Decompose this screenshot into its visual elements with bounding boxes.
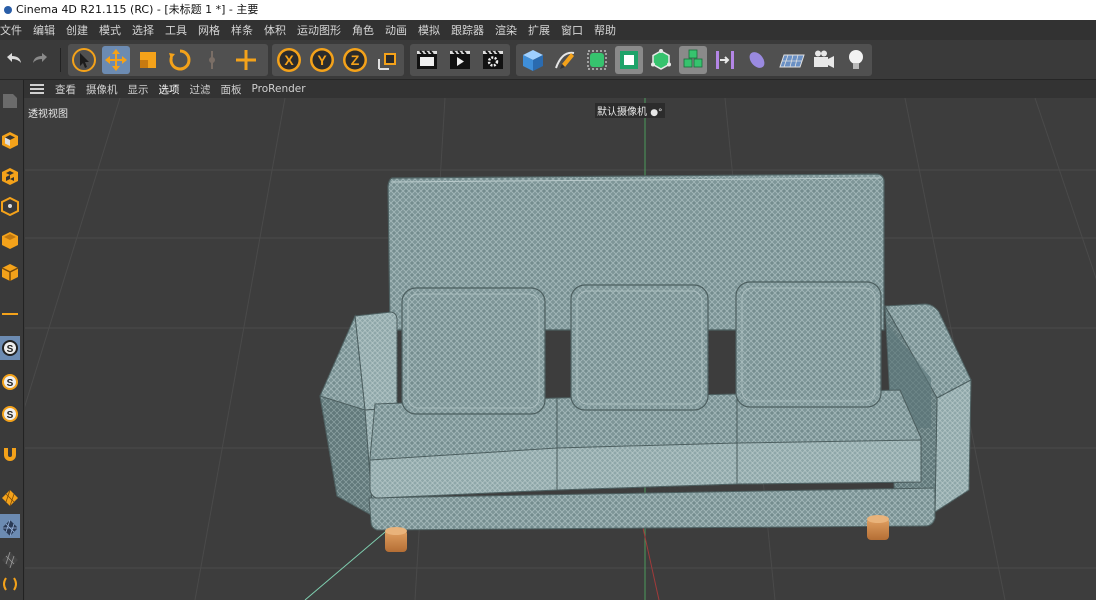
z-axis-label: Z [351, 52, 360, 68]
move-icon[interactable] [102, 46, 130, 74]
main-toolbar: X Y Z [0, 40, 1096, 80]
field-icon[interactable] [743, 46, 771, 74]
left-toolbar: S S S [0, 80, 24, 600]
toolbar-separator [60, 48, 61, 72]
menu-animate[interactable]: 动画 [379, 22, 412, 38]
camera-icon[interactable] [810, 46, 838, 74]
array-icon[interactable] [679, 46, 707, 74]
snap-icon[interactable]: S [0, 370, 20, 394]
viewport-menu-options[interactable]: 选项 [154, 82, 185, 97]
menu-tracker[interactable]: 跟踪器 [445, 22, 489, 38]
menu-simulate[interactable]: 模拟 [412, 22, 445, 38]
menu-create[interactable]: 创建 [60, 22, 93, 38]
viewport-scene [25, 98, 1096, 600]
x-axis-label: X [284, 52, 294, 68]
transform-icon[interactable] [232, 46, 260, 74]
menu-character[interactable]: 角色 [346, 22, 379, 38]
axis-mode-icon[interactable]: S [0, 336, 20, 360]
render-settings-icon[interactable] [479, 46, 507, 74]
viewport-camera-name[interactable]: 默认摄像机 ●° [595, 103, 665, 118]
svg-text:S: S [7, 378, 14, 389]
recent-tool-icon[interactable] [198, 46, 226, 74]
y-axis-label: Y [317, 52, 327, 68]
viewport-menu-bar: 查看 摄像机 显示 选项 过滤 面板 ProRender [24, 80, 1096, 98]
light-icon[interactable] [842, 46, 870, 74]
select-cursor-icon[interactable] [70, 46, 98, 74]
deformer-icon[interactable] [711, 46, 739, 74]
knife-icon[interactable] [0, 514, 20, 538]
camera-name-label: 默认摄像机 [597, 107, 647, 118]
points-mode-icon[interactable] [0, 228, 20, 252]
subdivision-icon[interactable] [583, 46, 611, 74]
svg-text:S: S [7, 344, 14, 355]
menu-mograph[interactable]: 运动图形 [291, 22, 346, 38]
redo-icon[interactable] [26, 46, 54, 74]
title-bar: Cinema 4D R21.115 (RC) - [未标题 1 *] - 主要 [0, 0, 1096, 20]
polygons-mode-icon[interactable] [0, 302, 20, 326]
menu-help[interactable]: 帮助 [588, 22, 621, 38]
model-mode-icon[interactable] [0, 128, 20, 152]
viewport-view-name: 透视视图 [28, 109, 68, 120]
sofa-leg-right [867, 515, 889, 540]
perspective-viewport[interactable]: 透视视图 默认摄像机 ●° [25, 98, 1096, 600]
render-picture-viewer-icon[interactable] [446, 46, 474, 74]
menu-bar: 文件 编辑 创建 模式 选择 工具 网格 样条 体积 运动图形 角色 动画 模拟… [0, 20, 1096, 40]
viewport-menu-display[interactable]: 显示 [123, 82, 154, 97]
menu-edit[interactable]: 编辑 [27, 22, 60, 38]
menu-tools[interactable]: 工具 [159, 22, 192, 38]
cinema4d-window: Cinema 4D R21.115 (RC) - [未标题 1 *] - 主要 … [0, 0, 1096, 600]
x-axis-icon[interactable]: X [275, 46, 303, 74]
menu-mesh[interactable]: 网格 [192, 22, 225, 38]
sofa-leg-left [385, 527, 407, 552]
menu-volume[interactable]: 体积 [258, 22, 291, 38]
workplane-icon[interactable] [0, 194, 20, 218]
coordinate-system-icon[interactable] [374, 46, 402, 74]
menu-select[interactable]: 选择 [126, 22, 159, 38]
menu-extensions[interactable]: 扩展 [522, 22, 555, 38]
rotate-icon[interactable] [166, 46, 194, 74]
quantize-icon[interactable]: S [0, 402, 20, 426]
make-editable-icon[interactable] [0, 88, 20, 112]
texture-mode-icon[interactable] [0, 164, 20, 188]
window-title: Cinema 4D R21.115 (RC) - [未标题 1 *] - 主要 [16, 3, 259, 16]
scale-icon[interactable] [134, 46, 162, 74]
menu-mode[interactable]: 模式 [93, 22, 126, 38]
svg-text:S: S [7, 410, 14, 421]
magnet-icon[interactable] [0, 442, 20, 466]
menu-spline[interactable]: 样条 [225, 22, 258, 38]
viewport-hamburger-icon[interactable] [30, 84, 44, 94]
y-axis-icon[interactable]: Y [308, 46, 336, 74]
sofa-model[interactable] [319, 173, 972, 552]
z-axis-icon[interactable]: Z [341, 46, 369, 74]
locked-workplane-icon[interactable] [0, 572, 20, 596]
edges-mode-icon[interactable] [0, 260, 20, 284]
viewport-menu-panel[interactable]: 面板 [216, 82, 247, 97]
viewport-menu-cameras[interactable]: 摄像机 [81, 82, 123, 97]
cloner-icon[interactable] [647, 46, 675, 74]
viewport-menu-filter[interactable]: 过滤 [185, 82, 216, 97]
polygon-pen-icon[interactable] [0, 484, 20, 508]
menu-render[interactable]: 渲染 [489, 22, 522, 38]
camera-dots-icon: ●° [650, 108, 663, 118]
pen-spline-icon[interactable] [551, 46, 579, 74]
render-view-icon[interactable] [413, 46, 441, 74]
viewport-menu-view[interactable]: 查看 [50, 82, 81, 97]
undo-icon[interactable] [0, 46, 28, 74]
app-logo-icon [4, 6, 12, 14]
weight-icon[interactable] [0, 546, 20, 570]
menu-file[interactable]: 文件 [0, 22, 27, 38]
cube-icon[interactable] [519, 46, 547, 74]
viewport-menu-prorender[interactable]: ProRender [247, 83, 311, 95]
menu-window[interactable]: 窗口 [555, 22, 588, 38]
floor-icon[interactable] [778, 46, 806, 74]
extrude-icon[interactable] [615, 46, 643, 74]
